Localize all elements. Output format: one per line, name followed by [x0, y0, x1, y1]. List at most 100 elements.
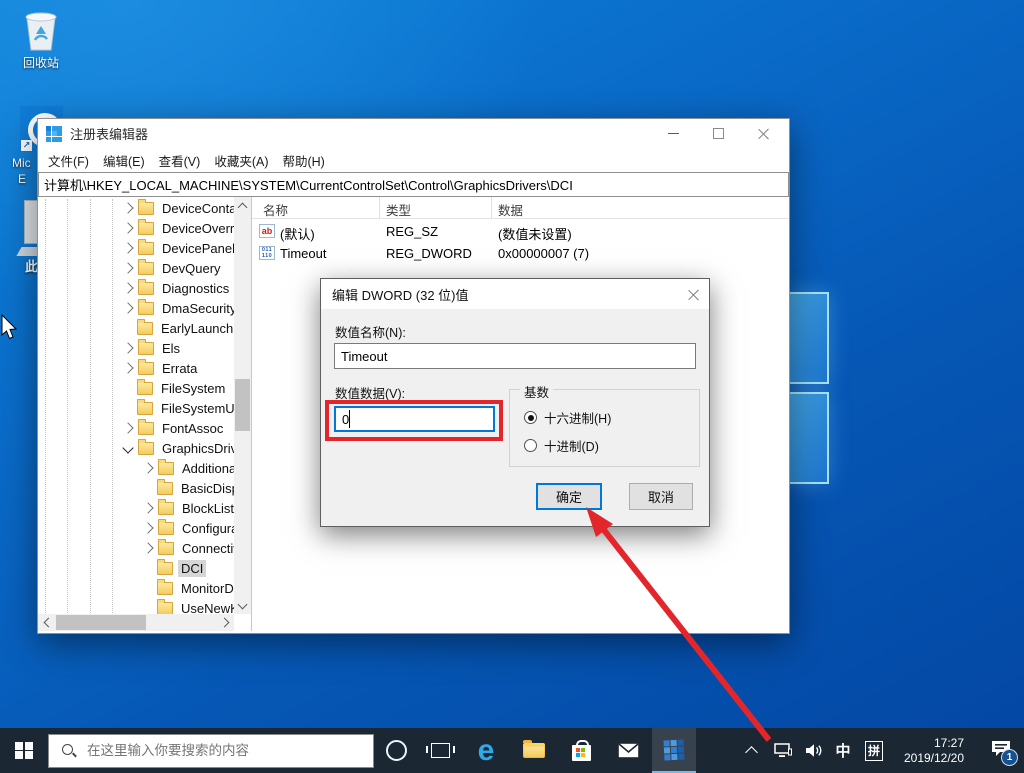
chevron-right-icon[interactable]	[122, 202, 134, 214]
tree-item-Connectivi[interactable]: Connectivi	[38, 538, 251, 558]
value-name-input[interactable]	[334, 343, 696, 369]
close-button[interactable]	[741, 119, 786, 148]
tray-expand-button[interactable]	[734, 728, 768, 773]
edge-icon: e	[477, 733, 495, 767]
column-data[interactable]: 数据	[498, 200, 523, 219]
regedit-taskbar-button[interactable]	[652, 728, 696, 773]
tree-item-DeviceContai[interactable]: DeviceContai	[38, 198, 251, 218]
chevron-right-icon[interactable]	[122, 362, 134, 374]
scroll-left-icon[interactable]	[38, 614, 55, 631]
ime-language-button[interactable]: 中	[828, 728, 858, 773]
folder-icon	[158, 538, 174, 555]
tree-item-DCI[interactable]: DCI	[38, 558, 251, 578]
dec-radio-row[interactable]: 十进制(D)	[524, 436, 599, 455]
start-button[interactable]	[0, 728, 48, 773]
clock-button[interactable]: 17:27 2019/12/20	[890, 728, 978, 773]
menu-favorites[interactable]: 收藏夹(A)	[214, 151, 268, 170]
vertical-scroll-thumb[interactable]	[235, 379, 250, 431]
scroll-down-icon[interactable]	[234, 597, 251, 614]
column-name[interactable]: 名称	[263, 200, 288, 219]
reg-dword-icon: 011 110	[259, 246, 275, 260]
store-button[interactable]	[558, 728, 604, 773]
chevron-right-icon[interactable]	[122, 342, 134, 354]
scroll-up-icon[interactable]	[234, 197, 251, 214]
folder-icon	[157, 598, 173, 615]
tree-item-Errata[interactable]: Errata	[38, 358, 251, 378]
dialog-close-button[interactable]	[667, 279, 709, 309]
ok-button[interactable]: 确定	[536, 483, 602, 510]
recycle-bin-icon[interactable]: 回收站	[12, 8, 70, 71]
tree-item-label: DeviceOverri	[162, 220, 238, 236]
chevron-down-icon[interactable]	[122, 442, 134, 454]
folder-icon	[158, 498, 174, 515]
tree-item-FileSystem[interactable]: FileSystem	[38, 378, 251, 398]
chevron-right-icon[interactable]	[122, 422, 134, 434]
chevron-right-icon[interactable]	[142, 502, 154, 514]
file-explorer-button[interactable]	[510, 728, 558, 773]
annotation-red-rectangle	[325, 400, 503, 441]
chevron-right-icon[interactable]	[122, 242, 134, 254]
dec-radio-button[interactable]	[524, 439, 537, 452]
tree-item-EarlyLaunch[interactable]: EarlyLaunch	[38, 318, 251, 338]
tree-item-label: FileSystem	[161, 380, 226, 396]
folder-icon	[137, 378, 153, 395]
hex-radio-button[interactable]	[524, 411, 537, 424]
tree-item-Configurat[interactable]: Configurat	[38, 518, 251, 538]
hex-radio-row[interactable]: 十六进制(H)	[524, 408, 611, 427]
list-header: 名称 类型 数据	[252, 197, 789, 219]
scroll-right-icon[interactable]	[217, 614, 234, 631]
tree-item-GraphicsDriv[interactable]: GraphicsDriv	[38, 438, 251, 458]
chevron-right-icon[interactable]	[122, 302, 134, 314]
column-type[interactable]: 类型	[386, 200, 411, 219]
chevron-right-icon[interactable]	[142, 542, 154, 554]
taskbar-search-box[interactable]	[48, 733, 374, 768]
registry-value-row[interactable]: 011 110 Timeout REG_DWORD 0x00000007 (7)	[252, 243, 789, 265]
column-divider[interactable]	[491, 197, 492, 218]
chevron-right-icon[interactable]	[122, 282, 134, 294]
dialog-titlebar[interactable]: 编辑 DWORD (32 位)值	[321, 279, 709, 309]
edge-taskbar-button[interactable]: e	[462, 728, 510, 773]
address-input[interactable]	[38, 172, 789, 197]
volume-button[interactable]	[798, 728, 828, 773]
tree-item-Additional[interactable]: Additional	[38, 458, 251, 478]
cortana-button[interactable]	[374, 728, 418, 773]
menu-edit[interactable]: 编辑(E)	[103, 151, 145, 170]
tree-item-DeviceOverri[interactable]: DeviceOverri	[38, 218, 251, 238]
registry-value-row[interactable]: ab (默认) REG_SZ (数值未设置)	[252, 221, 789, 243]
window-titlebar[interactable]: 注册表编辑器	[38, 119, 789, 148]
mail-button[interactable]	[604, 728, 652, 773]
tree-item-DmaSecurity[interactable]: DmaSecurity	[38, 298, 251, 318]
minimize-button[interactable]	[651, 119, 696, 148]
horizontal-scroll-thumb[interactable]	[56, 615, 146, 630]
tree-horizontal-scrollbar[interactable]	[38, 614, 234, 631]
network-icon	[774, 743, 792, 757]
maximize-button[interactable]	[696, 119, 741, 148]
tree-item-FileSystemUti[interactable]: FileSystemUti	[38, 398, 251, 418]
action-center-button[interactable]: 1	[978, 728, 1024, 773]
tree-item-FontAssoc[interactable]: FontAssoc	[38, 418, 251, 438]
menu-file[interactable]: 文件(F)	[48, 151, 89, 170]
ime-mode-button[interactable]: 拼	[858, 728, 890, 773]
tree-item-label: DevQuery	[162, 260, 221, 276]
tree-item-DevicePanels[interactable]: DevicePanels	[38, 238, 251, 258]
chevron-right-icon[interactable]	[122, 262, 134, 274]
tree-item-DevQuery[interactable]: DevQuery	[38, 258, 251, 278]
menu-help[interactable]: 帮助(H)	[282, 151, 324, 170]
column-divider[interactable]	[379, 197, 380, 218]
tree-item-MonitorDa[interactable]: MonitorDa	[38, 578, 251, 598]
menu-view[interactable]: 查看(V)	[159, 151, 201, 170]
tree-vertical-scrollbar[interactable]	[234, 197, 251, 614]
task-view-button[interactable]	[418, 728, 462, 773]
cancel-button[interactable]: 取消	[629, 483, 693, 510]
tree-item-Diagnostics[interactable]: Diagnostics	[38, 278, 251, 298]
tree-item-BasicDispl[interactable]: BasicDispl	[38, 478, 251, 498]
chevron-right-icon[interactable]	[142, 522, 154, 534]
chevron-right-icon[interactable]	[142, 462, 154, 474]
menu-bar: 文件(F) 编辑(E) 查看(V) 收藏夹(A) 帮助(H)	[38, 148, 789, 172]
tree-item-BlockList[interactable]: BlockList	[38, 498, 251, 518]
network-button[interactable]	[768, 728, 798, 773]
search-input[interactable]	[85, 742, 373, 759]
folder-icon	[158, 518, 174, 535]
chevron-right-icon[interactable]	[122, 222, 134, 234]
tree-item-Els[interactable]: Els	[38, 338, 251, 358]
